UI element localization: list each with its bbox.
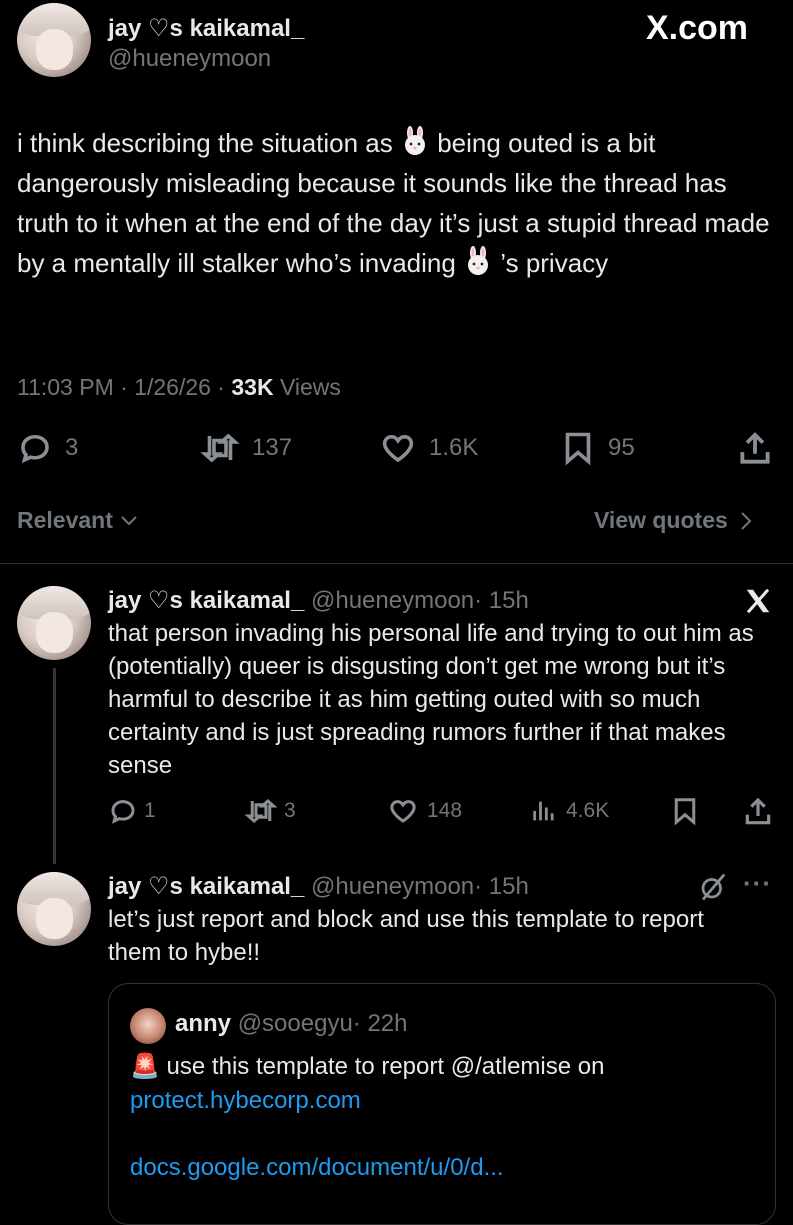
main-reply-count: 3 bbox=[65, 434, 79, 461]
quote-time[interactable]: · 22h bbox=[353, 1010, 408, 1037]
main-tweet-views-count[interactable]: 33K bbox=[231, 374, 273, 400]
reply1-reply-count: 1 bbox=[144, 799, 156, 822]
sort-relevant-dropdown[interactable]: Relevant bbox=[17, 507, 139, 534]
reply1-author-name[interactable]: jay ♡s kaikamal_ bbox=[108, 587, 304, 614]
reply2-author-name[interactable]: jay ♡s kaikamal_ bbox=[108, 873, 304, 900]
reply1-x-logo-icon bbox=[743, 586, 773, 621]
chevron-down-icon bbox=[121, 515, 137, 525]
main-author-name[interactable]: jay ♡s kaikamal_ bbox=[108, 14, 304, 43]
reply2-author-handle[interactable]: @hueneymoon bbox=[311, 873, 474, 900]
reply2-avatar[interactable] bbox=[17, 872, 91, 946]
bunny-emoji-icon bbox=[463, 246, 493, 276]
bookmark-icon bbox=[674, 798, 696, 826]
reply1-repost-count: 3 bbox=[284, 799, 296, 822]
quote-text: 🚨 use this template to report @/atlemise… bbox=[130, 1050, 750, 1083]
reply1-reply-button[interactable]: 1 bbox=[108, 796, 156, 826]
reply1-views-count: 4.6K bbox=[566, 799, 610, 822]
reply2-header: jay ♡s kaikamal_ @hueneymoon· 15h bbox=[108, 872, 529, 901]
main-repost-count: 137 bbox=[252, 434, 293, 461]
main-bookmark-count: 95 bbox=[608, 434, 635, 461]
main-author-handle[interactable]: @hueneymoon bbox=[108, 45, 271, 73]
quote-author-name[interactable]: anny bbox=[175, 1010, 231, 1037]
main-tweet-timestamp[interactable]: 11:03 PM · 1/26/26 · bbox=[17, 374, 231, 400]
repost-icon bbox=[244, 798, 278, 824]
reply2-time[interactable]: · 15h bbox=[474, 873, 529, 900]
section-divider bbox=[0, 563, 793, 564]
heart-icon bbox=[382, 434, 414, 463]
repost-icon bbox=[200, 433, 240, 463]
views-chart-icon bbox=[533, 801, 554, 821]
quote-text-body: use this template to report @/atlemise o… bbox=[159, 1053, 605, 1080]
main-like-button[interactable]: 1.6K bbox=[379, 430, 478, 466]
main-reply-button[interactable]: 3 bbox=[17, 430, 78, 466]
reply2-more-button[interactable]: ··· bbox=[743, 868, 772, 899]
main-avatar[interactable] bbox=[17, 3, 91, 77]
bunny-emoji-icon bbox=[400, 126, 430, 156]
thread-connector-line bbox=[53, 668, 56, 864]
reply1-repost-button[interactable]: 3 bbox=[244, 796, 296, 826]
main-tweet-text: i think describing the situation as bein… bbox=[17, 123, 777, 283]
main-text-part-1: i think describing the situation as bbox=[17, 128, 400, 158]
x-com-watermark: X.com bbox=[646, 9, 749, 47]
share-icon bbox=[745, 797, 771, 825]
reply1-text: that person invading his personal life a… bbox=[108, 620, 754, 779]
reply2-grok-icon[interactable] bbox=[698, 872, 728, 907]
main-tweet-meta: 11:03 PM · 1/26/26 · 33K Views bbox=[17, 374, 341, 401]
reply1-author-handle[interactable]: @hueneymoon bbox=[311, 587, 474, 614]
main-tweet-views-label: Views bbox=[273, 374, 341, 400]
main-text-part-3: ’s privacy bbox=[493, 248, 609, 278]
view-quotes-link[interactable]: View quotes bbox=[594, 507, 754, 534]
reply1-bookmark-button[interactable] bbox=[670, 796, 700, 826]
siren-emoji-icon: 🚨 bbox=[130, 1053, 160, 1080]
bookmark-icon bbox=[565, 432, 591, 466]
reply1-share-button[interactable] bbox=[742, 796, 774, 828]
quote-link-hybecorp[interactable]: protect.hybecorp.com bbox=[130, 1084, 361, 1117]
reply1-time[interactable]: · 15h bbox=[474, 587, 529, 614]
reply1-like-button[interactable]: 148 bbox=[387, 796, 462, 826]
chevron-right-icon bbox=[741, 511, 752, 530]
quote-author-handle[interactable]: @sooegyu bbox=[238, 1010, 353, 1037]
reply1-header: jay ♡s kaikamal_ @hueneymoon· 15h bbox=[108, 586, 529, 615]
quote-header: anny @sooegyu· 22h bbox=[175, 1010, 408, 1038]
main-like-count: 1.6K bbox=[429, 434, 479, 461]
quoted-tweet-card[interactable]: anny @sooegyu· 22h 🚨 use this template t… bbox=[108, 983, 776, 1225]
reply-icon bbox=[21, 434, 49, 464]
reply1-avatar[interactable] bbox=[17, 586, 91, 660]
reply2-text: let’s just report and block and use this… bbox=[108, 906, 704, 966]
reply1-like-count: 148 bbox=[427, 799, 463, 822]
main-repost-button[interactable]: 137 bbox=[200, 430, 292, 466]
heart-icon bbox=[390, 800, 416, 823]
quote-link-google-docs[interactable]: docs.google.com/document/u/0/d... bbox=[130, 1151, 504, 1184]
reply-icon bbox=[111, 800, 135, 824]
reply1-views-button[interactable]: 4.6K bbox=[530, 796, 609, 826]
main-share-button[interactable] bbox=[736, 430, 774, 468]
view-quotes-label: View quotes bbox=[594, 507, 728, 533]
quote-avatar[interactable] bbox=[130, 1008, 166, 1044]
main-bookmark-button[interactable]: 95 bbox=[560, 430, 635, 466]
share-icon bbox=[740, 432, 770, 464]
sort-relevant-label: Relevant bbox=[17, 507, 113, 533]
